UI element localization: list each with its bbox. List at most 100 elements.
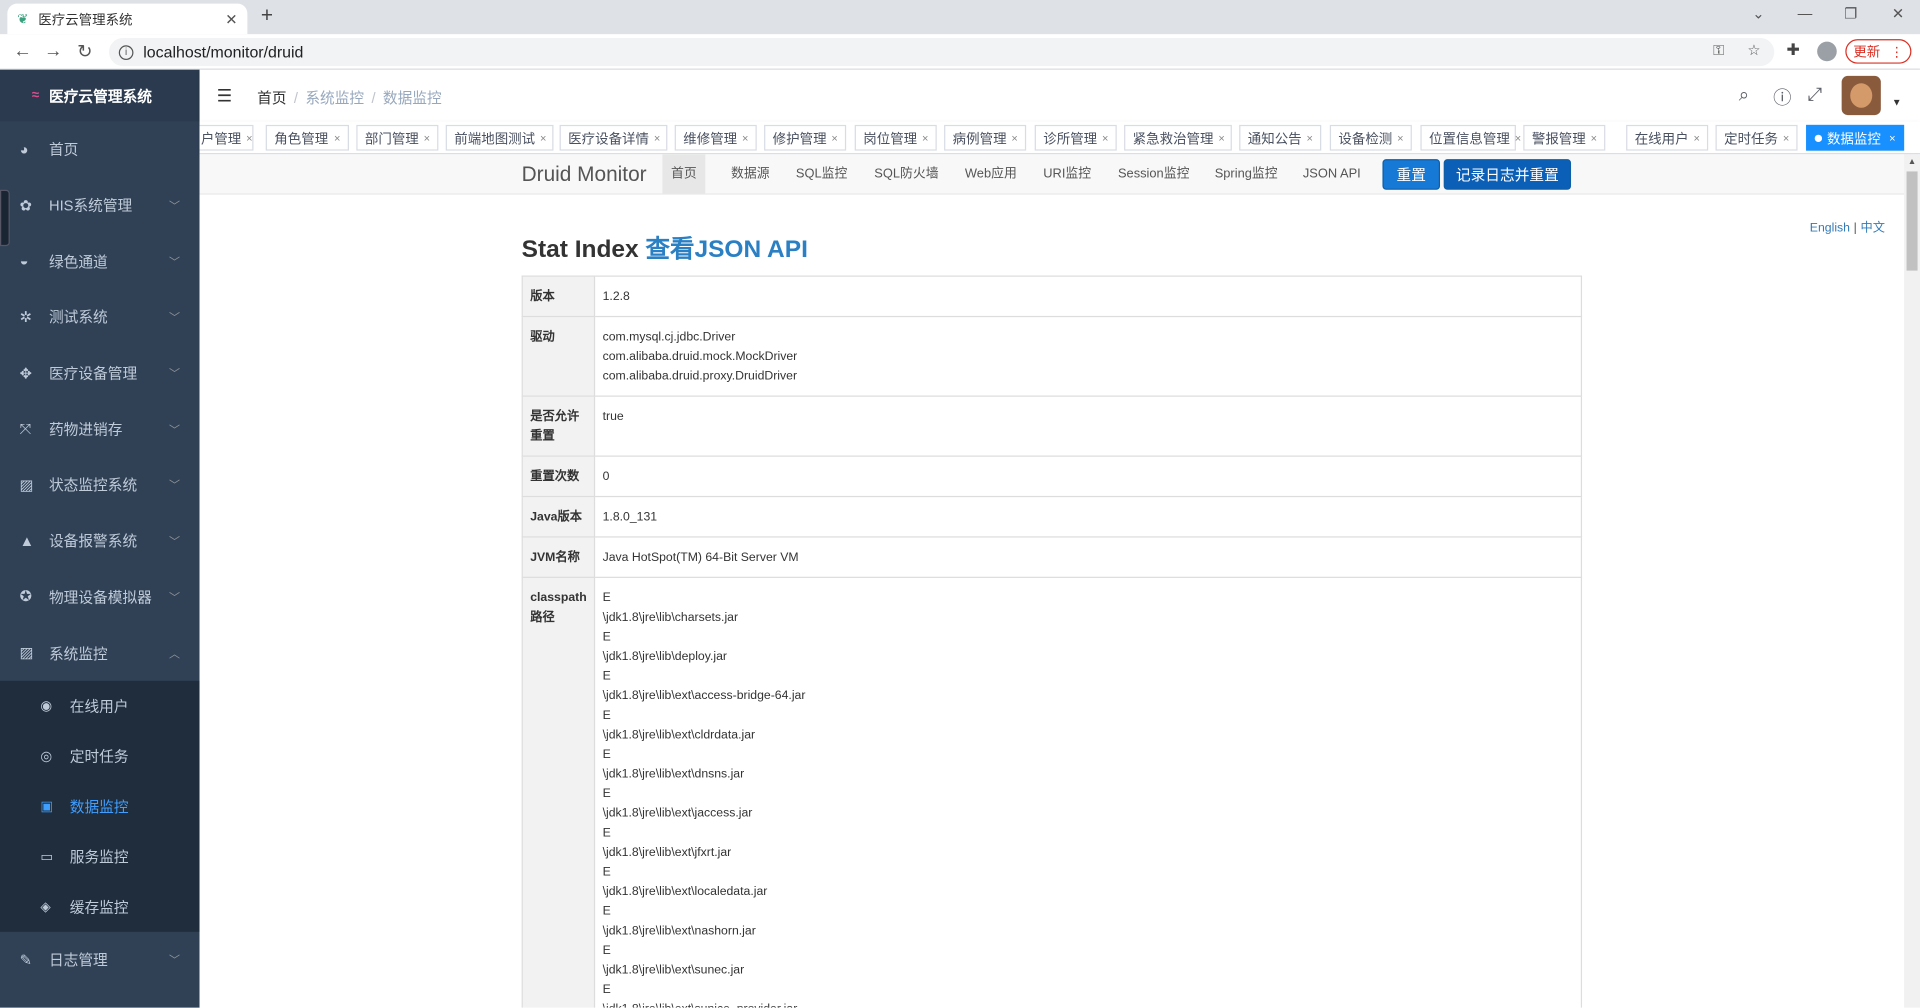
navbar: ☰ 首页 / 系统监控 / 数据监控 ⌕ ⓘ ⤢ ▼ [199, 69, 1920, 122]
help-icon[interactable]: ⓘ [1773, 84, 1791, 110]
close-icon[interactable]: × [1778, 132, 1789, 144]
close-tab-icon[interactable]: ✕ [225, 10, 237, 27]
english-link[interactable]: English [1810, 222, 1850, 235]
druid-nav-webapp[interactable]: Web应用 [956, 154, 1025, 193]
json-api-link[interactable]: 查看JSON API [645, 236, 807, 263]
update-button[interactable]: 更新 ⋮ [1845, 39, 1912, 64]
new-tab-icon[interactable]: + [261, 4, 273, 28]
submenu-item-jobs[interactable]: ◎ 定时任务 [0, 731, 200, 781]
chinese-link[interactable]: 中文 [1861, 222, 1885, 235]
submenu-item-cache-monitor[interactable]: ◈ 缓存监控 [0, 881, 200, 931]
submenu-item-data-monitor[interactable]: ▣ 数据监控 [0, 781, 200, 831]
sidebar-item-home[interactable]: ◕ 首页 [0, 121, 200, 177]
extensions-icon[interactable]: ✚ [1787, 40, 1800, 60]
close-icon[interactable]: × [241, 132, 252, 144]
site-info-icon[interactable]: i [118, 44, 134, 60]
druid-nav-json-api[interactable]: JSON API [1294, 154, 1369, 193]
close-window-icon[interactable]: ✕ [1892, 5, 1904, 22]
close-icon[interactable]: × [329, 132, 340, 144]
bookmark-star-icon[interactable]: ☆ [1747, 42, 1760, 59]
sidebar-item-simulator[interactable]: ✪ 物理设备模拟器 ﹀ [0, 569, 200, 625]
minimize-icon[interactable]: — [1798, 5, 1813, 22]
chevron-up-icon: ︿ [168, 647, 181, 660]
breadcrumb-system-monitor[interactable]: 系统监控 [305, 89, 364, 106]
close-icon[interactable]: × [1097, 132, 1108, 144]
tag-item[interactable]: 部门管理 × [356, 124, 439, 151]
sidebar-item-alarm[interactable]: ▲ 设备报警系统 ﹀ [0, 513, 200, 569]
tag-item[interactable]: 维修管理 × [674, 124, 757, 151]
druid-nav-datasource[interactable]: 数据源 [722, 154, 778, 193]
browser-tab[interactable]: ❦ 医疗云管理系统 ✕ [7, 3, 248, 35]
tab-search-icon[interactable]: ⌄ [1752, 5, 1764, 22]
close-icon[interactable]: × [1213, 132, 1224, 144]
search-icon[interactable]: ⌕ [1739, 84, 1749, 105]
close-icon[interactable]: × [1510, 132, 1521, 144]
tag-item[interactable]: 设备检测 × [1329, 124, 1412, 151]
back-icon[interactable]: ← [13, 40, 31, 61]
fullscreen-icon[interactable]: ⤢ [1807, 84, 1822, 105]
tag-item[interactable]: 户管理 × [199, 124, 254, 151]
tag-item[interactable]: 位置信息管理 × [1420, 124, 1521, 151]
close-icon[interactable]: × [1586, 132, 1597, 144]
submenu-item-online-users[interactable]: ◉ 在线用户 [0, 681, 200, 731]
tag-item[interactable]: 在线用户 × [1626, 124, 1709, 151]
restore-icon[interactable]: ❐ [1844, 5, 1857, 22]
close-icon[interactable]: × [419, 132, 430, 144]
sidebar-logo[interactable]: ≈ 医疗云管理系统 [0, 69, 200, 122]
tag-item[interactable]: 通知公告 × [1239, 124, 1322, 151]
tag-item[interactable]: 警报管理 × [1523, 124, 1606, 151]
sidebar-item-status-monitor[interactable]: ▨ 状态监控系统 ﹀ [0, 457, 200, 513]
tag-item[interactable]: 紧急救治管理 × [1124, 124, 1232, 151]
breadcrumb-separator: / [293, 89, 298, 107]
close-icon[interactable]: × [827, 132, 837, 144]
reload-icon[interactable]: ↻ [77, 40, 92, 63]
sidebar-item-equipment[interactable]: ✥ 医疗设备管理 ﹀ [0, 345, 200, 401]
druid-nav-wall[interactable]: SQL防火墙 [866, 154, 947, 193]
page-scrollbar[interactable]: ▲ [1904, 154, 1920, 1008]
caret-down-icon[interactable]: ▼ [1892, 97, 1902, 108]
druid-brand[interactable]: Druid Monitor [522, 163, 647, 187]
tag-item[interactable]: 医疗设备详情 × [559, 124, 668, 151]
url-field[interactable]: i localhost/monitor/druid ⚿ ☆ [108, 37, 1775, 67]
tag-item[interactable]: 定时任务 × [1715, 124, 1798, 151]
druid-nav-home[interactable]: 首页 [662, 154, 706, 194]
sidebar-item-test[interactable]: ✲ 测试系统 ﹀ [0, 289, 200, 345]
breadcrumb-home[interactable]: 首页 [257, 89, 286, 106]
forward-icon[interactable]: → [44, 40, 62, 61]
close-icon[interactable]: × [535, 132, 546, 144]
scroll-up-icon[interactable]: ▲ [1908, 158, 1916, 167]
sidebar-item-system-monitor[interactable]: ▨ 系统监控 ︿ [0, 625, 200, 681]
tag-item[interactable]: 角色管理 × [265, 124, 349, 151]
tag-item-active[interactable]: 数据监控 × [1806, 124, 1905, 151]
close-icon[interactable]: × [1392, 132, 1403, 144]
close-icon[interactable]: × [737, 132, 748, 144]
drag-handle[interactable] [0, 189, 10, 247]
close-icon[interactable]: × [917, 132, 928, 144]
key-icon[interactable]: ⚿ [1713, 42, 1724, 60]
close-icon[interactable]: × [1884, 132, 1895, 144]
close-icon[interactable]: × [1689, 132, 1699, 144]
sidebar-item-drugs[interactable]: ⤧ 药物进销存 ﹀ [0, 401, 200, 457]
submenu-item-server-monitor[interactable]: ▭ 服务监控 [0, 831, 200, 881]
sidebar-item-green-channel[interactable]: ◒ 绿色通道 ﹀ [0, 233, 200, 289]
close-icon[interactable]: × [649, 132, 660, 144]
hamburger-icon[interactable]: ☰ [217, 86, 232, 107]
profile-icon[interactable] [1817, 41, 1837, 62]
avatar[interactable] [1841, 75, 1881, 116]
reset-button[interactable]: 重置 [1382, 159, 1441, 190]
druid-nav-sql[interactable]: SQL监控 [787, 154, 856, 193]
tag-item[interactable]: 诊所管理 × [1034, 124, 1117, 151]
close-icon[interactable]: × [1007, 132, 1017, 144]
tag-item[interactable]: 岗位管理 × [854, 124, 937, 151]
tag-item[interactable]: 病例管理 × [944, 124, 1027, 151]
sidebar-item-his[interactable]: ✿ HIS系统管理 ﹀ [0, 177, 200, 233]
tag-item[interactable]: 前端地图测试 × [445, 124, 554, 151]
scrollbar-thumb[interactable] [1906, 171, 1918, 271]
sidebar-item-logs[interactable]: ✎ 日志管理 ﹀ [0, 932, 200, 988]
log-and-reset-button[interactable]: 记录日志并重置 [1443, 159, 1572, 190]
druid-nav-session[interactable]: Session监控 [1109, 154, 1198, 193]
close-icon[interactable]: × [1302, 132, 1313, 144]
druid-nav-spring[interactable]: Spring监控 [1206, 154, 1286, 193]
tag-item[interactable]: 修护管理 × [764, 124, 847, 151]
druid-nav-uri[interactable]: URI监控 [1035, 154, 1100, 193]
